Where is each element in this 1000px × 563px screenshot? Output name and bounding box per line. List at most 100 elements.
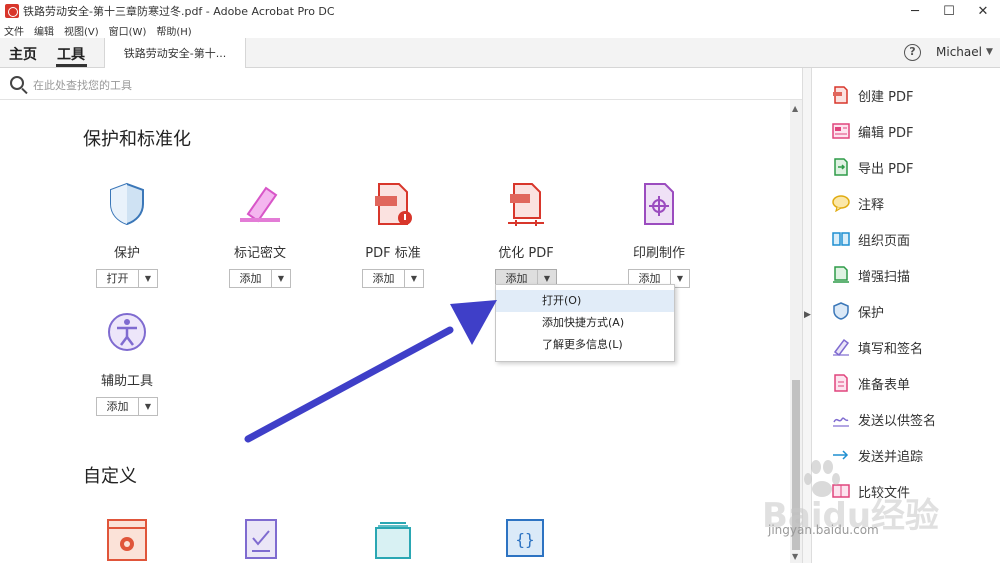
- collapse-panel-icon[interactable]: ▶: [804, 310, 811, 320]
- add-button[interactable]: 添加: [363, 270, 405, 287]
- panel-item-comment[interactable]: 注释: [832, 193, 884, 213]
- tab-tools[interactable]: 工具: [57, 44, 85, 64]
- tool-label: 保护: [113, 246, 140, 261]
- tool-label: 印刷制作: [632, 246, 685, 261]
- action-wizard-icon[interactable]: [106, 518, 148, 563]
- section-title-custom: 自定义: [83, 466, 137, 487]
- menu-window[interactable]: 窗口(W): [109, 23, 147, 38]
- add-dropdown-menu: 打开(O) 添加快捷方式(A) 了解更多信息(L): [495, 284, 675, 362]
- tool-print-production[interactable]: 印刷制作 添加 ▼: [609, 180, 709, 288]
- menu-item-open[interactable]: 打开(O): [496, 290, 674, 312]
- menu-view[interactable]: 视图(V): [64, 23, 99, 38]
- tool-action-group: 添加 ▼: [229, 269, 291, 288]
- panel-item-edit-pdf[interactable]: 编辑 PDF: [832, 121, 913, 141]
- panel-item-label: 发送以供签名: [858, 413, 937, 429]
- add-button[interactable]: 添加: [230, 270, 272, 287]
- pen-icon: [833, 338, 850, 356]
- panel-item-prepare-form[interactable]: 准备表单: [832, 373, 910, 393]
- chevron-down-icon[interactable]: ▼: [139, 398, 157, 415]
- panel-item-protect[interactable]: 保护: [832, 301, 884, 321]
- panel-item-label: 填写和签名: [858, 341, 924, 357]
- panel-item-organize-pages[interactable]: 组织页面: [832, 229, 910, 249]
- panel-item-label: 注释: [858, 197, 885, 213]
- panel-item-export-pdf[interactable]: 导出 PDF: [832, 157, 913, 177]
- pdf-standards-icon: [375, 183, 412, 225]
- panel-item-send-for-signature[interactable]: 发送以供签名: [832, 409, 936, 429]
- chevron-down-icon[interactable]: ▼: [272, 270, 290, 287]
- menu-bar: 文件 编辑 视图(V) 窗口(W) 帮助(H): [0, 22, 1000, 38]
- menu-file[interactable]: 文件: [4, 23, 24, 38]
- search-icon[interactable]: [10, 76, 24, 90]
- signature-icon: [833, 417, 849, 427]
- tool-redact[interactable]: 标记密文 添加 ▼: [210, 180, 310, 288]
- shield-icon: [833, 302, 849, 320]
- export-pdf-icon: [834, 158, 848, 176]
- tool-search: 在此处查找您的工具: [0, 68, 802, 100]
- panel-item-label: 创建 PDF: [858, 89, 914, 105]
- acrobat-icon: [5, 4, 19, 18]
- chevron-down-icon[interactable]: ▼: [405, 270, 423, 287]
- tool-label: 辅助工具: [100, 374, 153, 389]
- shield-icon: [110, 182, 144, 226]
- enhance-scans-icon: [833, 266, 849, 283]
- tool-protect[interactable]: 保护 打开 ▼: [77, 180, 177, 288]
- print-production-icon: [644, 183, 674, 225]
- panel-item-label: 准备表单: [858, 377, 911, 393]
- add-button[interactable]: 添加: [97, 398, 139, 415]
- organize-pages-icon: [832, 232, 850, 246]
- checklist-icon[interactable]: [244, 518, 278, 563]
- tab-home[interactable]: 主页: [9, 44, 37, 64]
- tool-label: 优化 PDF: [498, 246, 554, 261]
- tool-pdf-standards[interactable]: PDF 标准 添加 ▼: [343, 180, 443, 288]
- active-tab-indicator: [56, 64, 87, 67]
- marker-icon: [240, 186, 280, 223]
- create-pdf-icon: [833, 86, 848, 104]
- accessibility-icon: [108, 313, 146, 351]
- tool-action-group: 添加 ▼: [362, 269, 424, 288]
- panel-item-enhance-scans[interactable]: 增强扫描: [832, 265, 910, 285]
- user-menu[interactable]: Michael: [936, 45, 982, 59]
- scroll-up-icon[interactable]: ▲: [792, 104, 798, 113]
- menu-edit[interactable]: 编辑: [34, 23, 54, 38]
- tool-action-group: 添加 ▼: [96, 397, 158, 416]
- panel-item-label: 组织页面: [858, 233, 911, 249]
- optimize-pdf-icon: [508, 183, 544, 226]
- tool-accessibility[interactable]: 辅助工具 添加 ▼: [77, 308, 177, 416]
- window-title: 铁路劳动安全-第十三章防寒过冬.pdf - Adobe Acrobat Pro …: [23, 5, 335, 18]
- title-bar: 铁路劳动安全-第十三章防寒过冬.pdf - Adobe Acrobat Pro …: [0, 0, 1000, 22]
- tab-bar: 主页 工具 铁路劳动安全-第十... ? Michael ▼: [0, 38, 1000, 68]
- svg-text:{}: {}: [515, 530, 534, 549]
- section-title-protect: 保护和标准化: [83, 129, 191, 150]
- panel-item-label: 导出 PDF: [858, 161, 914, 177]
- panel-item-label: 增强扫描: [858, 269, 911, 285]
- panel-item-fill-sign[interactable]: 填写和签名: [832, 337, 923, 357]
- chevron-down-icon[interactable]: ▼: [986, 47, 993, 57]
- scroll-down-icon[interactable]: ▼: [792, 552, 798, 561]
- chevron-down-icon[interactable]: ▼: [139, 270, 157, 287]
- panel-item-label: 保护: [858, 305, 885, 321]
- watermark-url: jingyan.baidu.com: [768, 523, 879, 537]
- javascript-icon[interactable]: {}: [505, 518, 545, 563]
- window-controls: ─ ☐ ✕: [898, 0, 1000, 22]
- minimize-button[interactable]: ─: [898, 0, 932, 22]
- maximize-button[interactable]: ☐: [932, 0, 966, 22]
- tool-action-group: 打开 ▼: [96, 269, 158, 288]
- search-input[interactable]: 在此处查找您的工具: [33, 77, 132, 93]
- media-icon[interactable]: [374, 518, 412, 563]
- panel-item-label: 编辑 PDF: [858, 125, 914, 141]
- close-button[interactable]: ✕: [966, 0, 1000, 22]
- tab-document-label: 铁路劳动安全-第十...: [123, 47, 227, 60]
- help-icon[interactable]: ?: [904, 44, 921, 61]
- menu-item-learn-more[interactable]: 了解更多信息(L): [496, 334, 674, 356]
- tool-label: PDF 标准: [365, 246, 421, 261]
- menu-help[interactable]: 帮助(H): [156, 23, 191, 38]
- comment-icon: [832, 195, 850, 212]
- open-button[interactable]: 打开: [97, 270, 139, 287]
- panel-item-create-pdf[interactable]: 创建 PDF: [832, 85, 913, 105]
- tool-label: 标记密文: [233, 246, 286, 261]
- tab-document[interactable]: 铁路劳动安全-第十...: [104, 38, 246, 68]
- menu-item-add-shortcut[interactable]: 添加快捷方式(A): [496, 312, 674, 334]
- tool-optimize-pdf[interactable]: 优化 PDF 添加 ▼: [476, 180, 576, 288]
- form-icon: [834, 374, 848, 392]
- edit-pdf-icon: [832, 123, 850, 139]
